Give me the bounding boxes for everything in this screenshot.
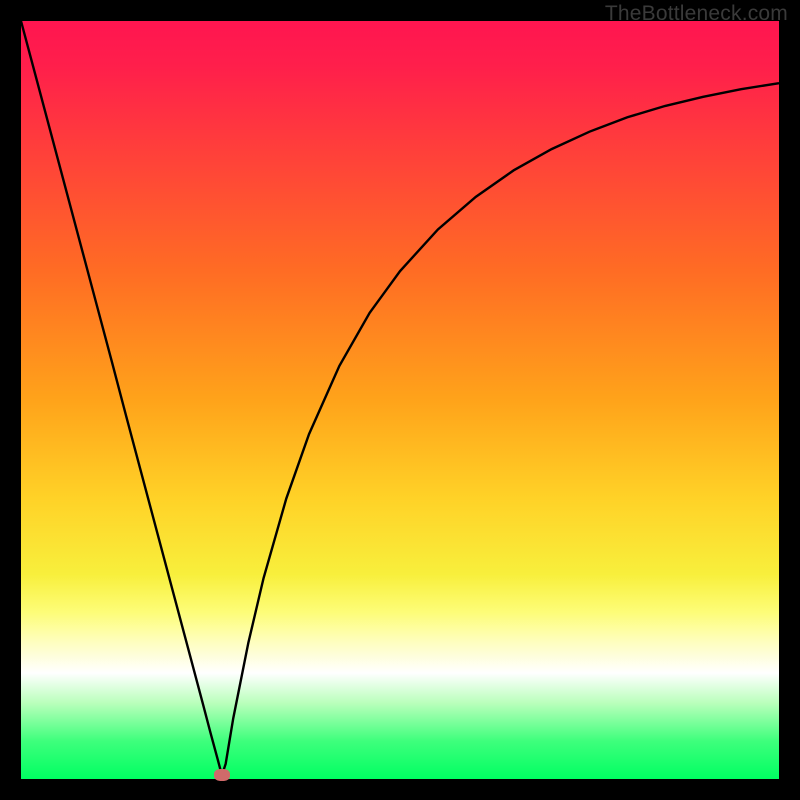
minimum-marker (214, 769, 230, 781)
curve-path (21, 21, 779, 775)
bottleneck-curve (21, 21, 779, 779)
chart-frame: TheBottleneck.com (0, 0, 800, 800)
